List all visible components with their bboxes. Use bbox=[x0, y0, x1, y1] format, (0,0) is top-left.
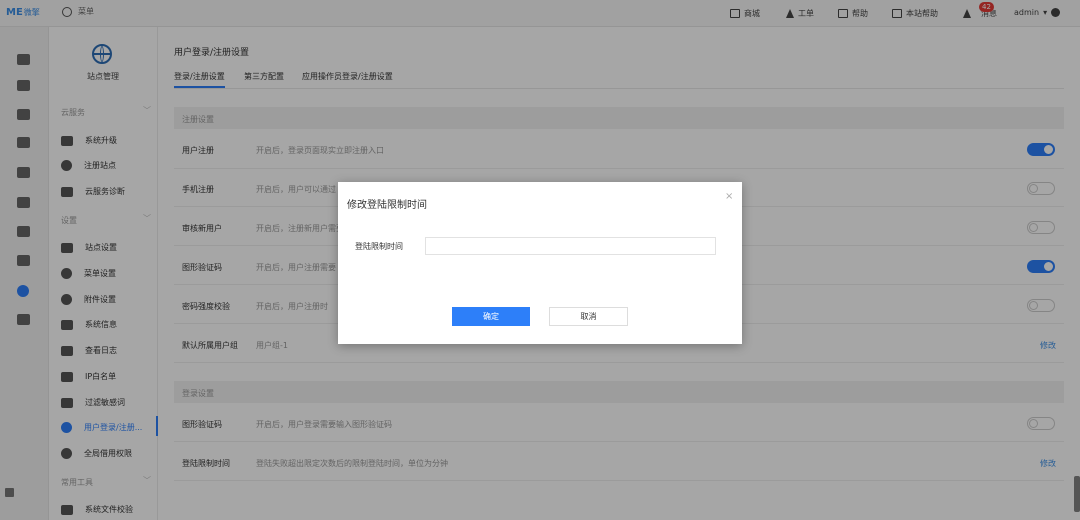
login-limit-field-label: 登陆限制时间 bbox=[355, 242, 403, 251]
close-icon[interactable]: × bbox=[725, 191, 733, 202]
cancel-button[interactable]: 取消 bbox=[549, 307, 628, 326]
scrollbar-thumb[interactable] bbox=[1074, 476, 1080, 512]
modal-title: 修改登陆限制时间 bbox=[347, 200, 427, 211]
confirm-button[interactable]: 确定 bbox=[452, 307, 530, 326]
login-limit-input[interactable] bbox=[425, 237, 716, 255]
login-limit-modal: 修改登陆限制时间 × 登陆限制时间 确定 取消 bbox=[338, 182, 742, 344]
